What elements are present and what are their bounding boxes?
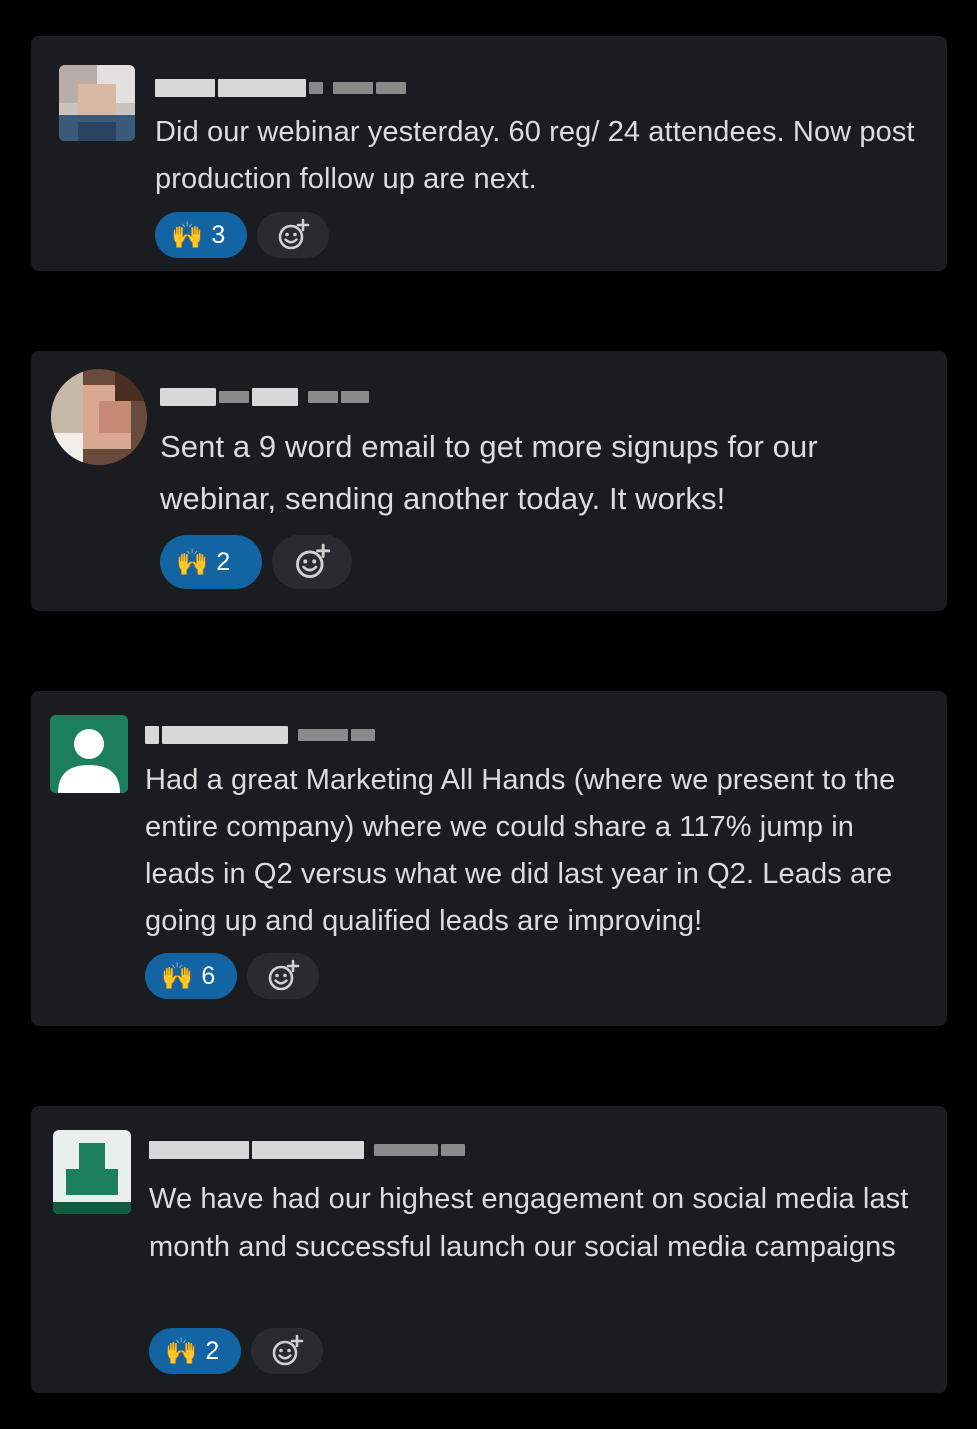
redacted-username [155, 74, 406, 102]
raised-hands-emoji: 🙌 [171, 220, 204, 250]
avatar[interactable] [59, 65, 135, 141]
reaction-count: 6 [201, 961, 216, 990]
add-reaction-icon [296, 543, 331, 578]
avatar[interactable] [53, 1130, 131, 1214]
reaction-pill[interactable]: 🙌 2 [160, 535, 262, 589]
add-reaction-button[interactable] [272, 535, 352, 589]
message-text: Sent a 9 word email to get more signups … [160, 429, 818, 516]
reaction-count: 2 [205, 1336, 220, 1365]
redacted-username [145, 721, 375, 749]
message-text: We have had our highest engagement on so… [149, 1183, 909, 1263]
pixelated-photo-avatar [59, 65, 135, 141]
message-text: Had a great Marketing All Hands (where w… [145, 764, 896, 937]
reaction-pill[interactable]: 🙌 2 [149, 1328, 241, 1374]
message-card[interactable]: Sent a 9 word email to get more signups … [31, 351, 947, 611]
avatar[interactable] [51, 369, 147, 465]
default-user-avatar-icon [50, 715, 128, 793]
pixelated-user-avatar [53, 1130, 131, 1214]
pixelated-photo-avatar [51, 369, 147, 465]
redacted-username [160, 383, 369, 411]
message-card[interactable]: We have had our highest engagement on so… [31, 1106, 947, 1393]
raised-hands-emoji: 🙌 [161, 961, 194, 991]
message-text: Did our webinar yesterday. 60 reg/ 24 at… [155, 116, 915, 195]
add-reaction-button[interactable] [257, 212, 329, 258]
message-card[interactable]: Had a great Marketing All Hands (where w… [31, 691, 947, 1026]
avatar[interactable] [50, 715, 128, 793]
reaction-count: 3 [211, 220, 226, 249]
redacted-username [149, 1136, 465, 1164]
reaction-pill[interactable]: 🙌 3 [155, 212, 247, 258]
add-reaction-icon [278, 218, 310, 250]
add-reaction-button[interactable] [247, 953, 319, 999]
message-card[interactable]: Did our webinar yesterday. 60 reg/ 24 at… [31, 36, 947, 271]
raised-hands-emoji: 🙌 [165, 1336, 198, 1366]
reaction-pill[interactable]: 🙌 6 [145, 953, 237, 999]
raised-hands-emoji: 🙌 [176, 547, 209, 577]
add-reaction-icon [272, 1334, 304, 1366]
add-reaction-button[interactable] [251, 1328, 323, 1374]
add-reaction-icon [268, 959, 300, 991]
reaction-count: 2 [216, 547, 231, 576]
